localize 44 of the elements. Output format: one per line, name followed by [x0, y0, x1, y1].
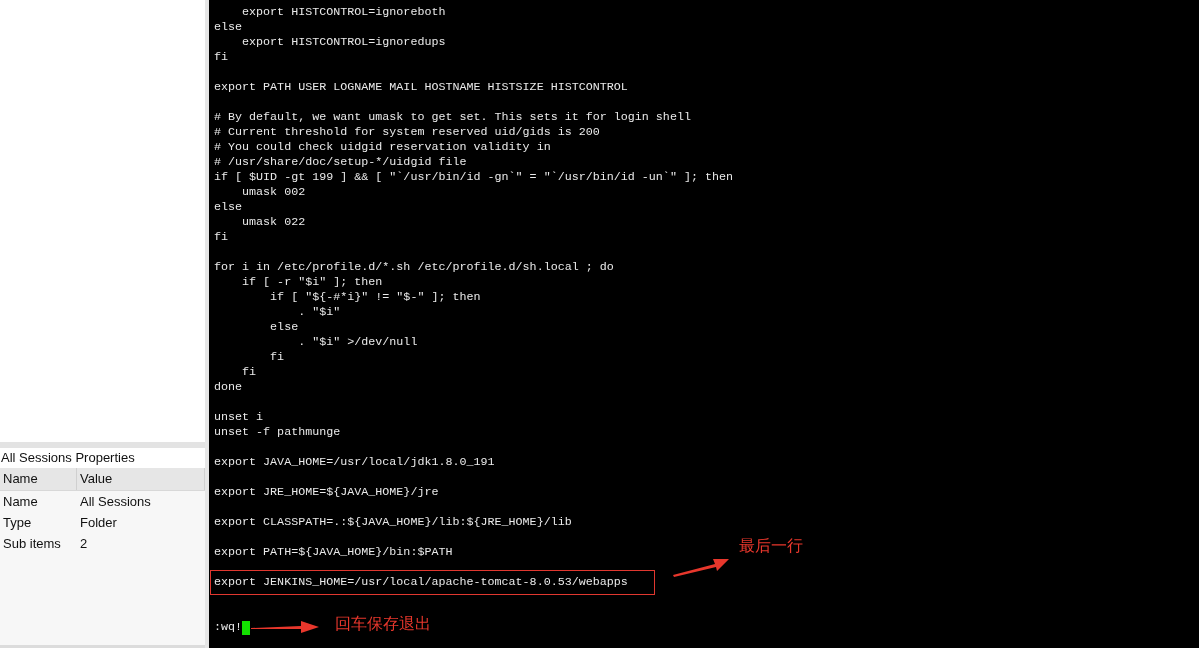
property-value: Folder — [79, 515, 118, 530]
code-line: done — [214, 380, 243, 395]
arrow-icon — [249, 619, 321, 635]
code-line: unset i — [214, 410, 264, 425]
code-line: . "$i" >/dev/null — [297, 335, 418, 350]
property-name: Name — [2, 494, 39, 509]
command-text: :wq! — [214, 620, 243, 635]
code-line: # Current threshold for system reserved uid/gids is 200 — [214, 125, 600, 140]
property-name: Type — [2, 515, 33, 530]
property-value: All Sessions — [79, 494, 152, 509]
code-line: fi — [241, 365, 257, 380]
code-line: else — [214, 20, 243, 35]
code-line: if [ $UID -gt 199 ] && [ "`/usr/bin/id -gn`" = "`/usr/bin/id -un`" ]; then — [214, 170, 733, 185]
code-line: export PATH=${JAVA_HOME}/bin:$PATH — [214, 545, 453, 560]
code-line: if [ "${-#*i}" != "$-" ]; then — [269, 290, 481, 305]
terminal[interactable] — [209, 0, 1199, 648]
column-header[interactable]: Name — [0, 468, 77, 490]
panel-title: All Sessions Properties — [0, 448, 205, 468]
code-line: fi — [214, 230, 229, 245]
code-line: export HISTCONTROL=ignoredups — [241, 35, 446, 50]
code-line: export JENKINS_HOME=/usr/local/apache-tomcat-8.0.53/webapps — [214, 575, 628, 590]
property-name: Sub items — [2, 536, 62, 551]
annotation-label: 最后一行 — [739, 536, 803, 557]
code-line: # By default, we want umask to get set. This sets it for login shell — [214, 110, 691, 125]
arrow-icon — [671, 556, 731, 578]
code-line: for i in /etc/profile.d/*.sh /etc/profile.d/sh.local ; do — [214, 260, 614, 275]
code-line: export CLASSPATH=.:${JAVA_HOME}/lib:${JRE_HOME}/lib — [214, 515, 572, 530]
code-line: export JRE_HOME=${JAVA_HOME}/jre — [214, 485, 439, 500]
property-value: 2 — [79, 536, 89, 551]
code-line: export JAVA_HOME=/usr/local/jdk1.8.0_191 — [214, 455, 495, 470]
code-line: # /usr/share/doc/setup-*/uidgid file — [214, 155, 467, 170]
code-line: . "$i" — [297, 305, 341, 320]
code-line: export PATH USER LOGNAME MAIL HOSTNAME HISTSIZE HISTCONTROL — [214, 80, 628, 95]
code-line: export HISTCONTROL=ignoreboth — [241, 5, 446, 20]
code-line: fi — [214, 50, 229, 65]
annotation-label: 回车保存退出 — [335, 614, 431, 635]
code-line: umask 022 — [241, 215, 306, 230]
code-line: if [ -r "$i" ]; then — [241, 275, 383, 290]
code-line: else — [269, 320, 299, 335]
code-line: # You could check uidgid reservation validity in — [214, 140, 551, 155]
code-line: umask 002 — [241, 185, 306, 200]
code-line: fi — [269, 350, 285, 365]
code-line: unset -f pathmunge — [214, 425, 341, 440]
code-line: else — [214, 200, 243, 215]
